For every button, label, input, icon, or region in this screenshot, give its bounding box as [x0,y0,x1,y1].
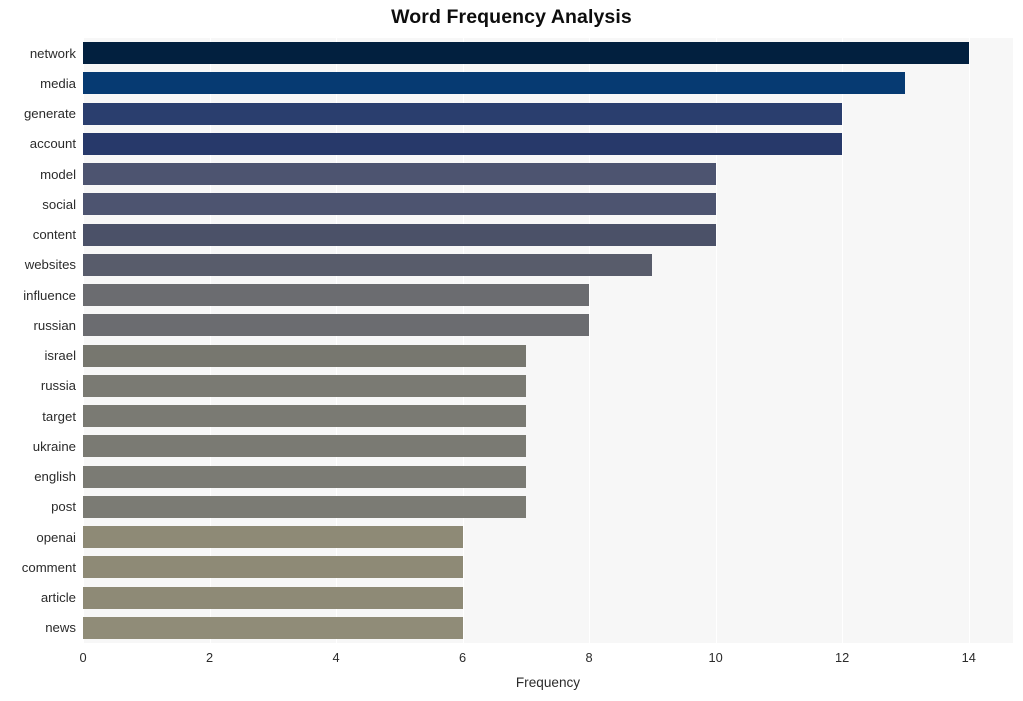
bar-post[interactable] [83,495,526,518]
y-tick-label-websites: websites [24,257,76,273]
bar-media[interactable] [83,72,906,95]
x-tick-label-0: 0 [79,650,87,665]
bar-track [83,72,1013,95]
y-tick-label-ukraine: ukraine [32,438,76,454]
x-tick-label-14: 14 [961,650,976,665]
y-tick-label-content: content [32,227,76,243]
x-tick-label-12: 12 [835,650,850,665]
bar-generate[interactable] [83,102,843,125]
y-tick-label-comment: comment [21,559,76,575]
bar-track [83,526,1013,548]
y-tick-label-model: model [40,166,76,182]
bar-russian[interactable] [83,314,590,337]
bar-track [83,465,1013,488]
gridline-vertical [336,38,338,643]
x-axis-title: Frequency [515,675,581,690]
bar-comment[interactable] [83,556,463,579]
bar-openai[interactable] [83,526,463,548]
bar-track [83,193,1013,216]
y-tick-label-post: post [51,499,76,515]
bar-russia[interactable] [83,374,526,397]
bar-israel[interactable] [83,344,526,367]
y-tick-label-generate: generate [23,106,76,122]
x-tick-label-4: 4 [332,650,340,665]
y-tick-label-openai: openai [36,529,76,545]
bar-account[interactable] [83,132,843,155]
gridline-vertical [842,38,844,643]
bar-track [83,42,1013,64]
x-tick-label-10: 10 [708,650,723,665]
bar-social[interactable] [83,193,716,216]
y-tick-label-media: media [40,75,76,91]
bar-track [83,495,1013,518]
bar-content[interactable] [83,223,716,246]
y-tick-label-social: social [42,196,76,212]
gridline-vertical [715,38,717,643]
y-tick-label-russia: russia [40,378,76,394]
gridline-vertical [462,38,464,643]
bar-track [83,586,1013,609]
x-tick-label-8: 8 [585,650,593,665]
bar-track [83,405,1013,427]
bar-track [83,314,1013,337]
y-tick-label-target: target [42,408,76,424]
chart-title: Word Frequency Analysis [391,6,632,28]
bar-track [83,163,1013,185]
bar-ukraine[interactable] [83,435,526,458]
y-tick-label-russian: russian [33,317,76,333]
y-tick-label-article: article [40,590,76,606]
bar-network[interactable] [83,42,969,64]
bar-model[interactable] [83,163,716,185]
bar-english[interactable] [83,465,526,488]
bar-track [83,253,1013,276]
bar-track [83,132,1013,155]
bar-track [83,435,1013,458]
gridline-vertical [589,38,591,643]
y-tick-label-israel: israel [44,348,76,364]
bar-target[interactable] [83,405,526,427]
bar-track [83,284,1013,306]
bar-track [83,344,1013,367]
y-tick-label-influence: influence [23,287,76,303]
plot-area [83,38,1013,643]
gridline-vertical [968,38,970,643]
bar-article[interactable] [83,586,463,609]
x-tick-label-2: 2 [205,650,214,665]
bar-websites[interactable] [83,253,653,276]
chart-figure: Word Frequency Analysis network media gene… [0,0,1023,701]
bar-track [83,223,1013,246]
bar-track [83,556,1013,579]
gridline-vertical [83,38,84,643]
x-axis: 0 2 4 6 8 10 12 14 [79,643,1013,673]
bar-track [83,374,1013,397]
bar-news[interactable] [83,616,463,639]
y-tick-label-network: network [29,45,76,61]
y-axis: network media generate account model social co… [0,38,76,643]
bar-influence[interactable] [83,284,590,306]
y-tick-label-news: news [45,620,76,636]
gridline-vertical [209,38,211,643]
y-tick-label-english: english [34,469,76,485]
y-tick-label-account: account [29,136,76,152]
bar-track [83,102,1013,125]
bar-track [83,616,1013,639]
x-tick-label-6: 6 [459,650,467,665]
